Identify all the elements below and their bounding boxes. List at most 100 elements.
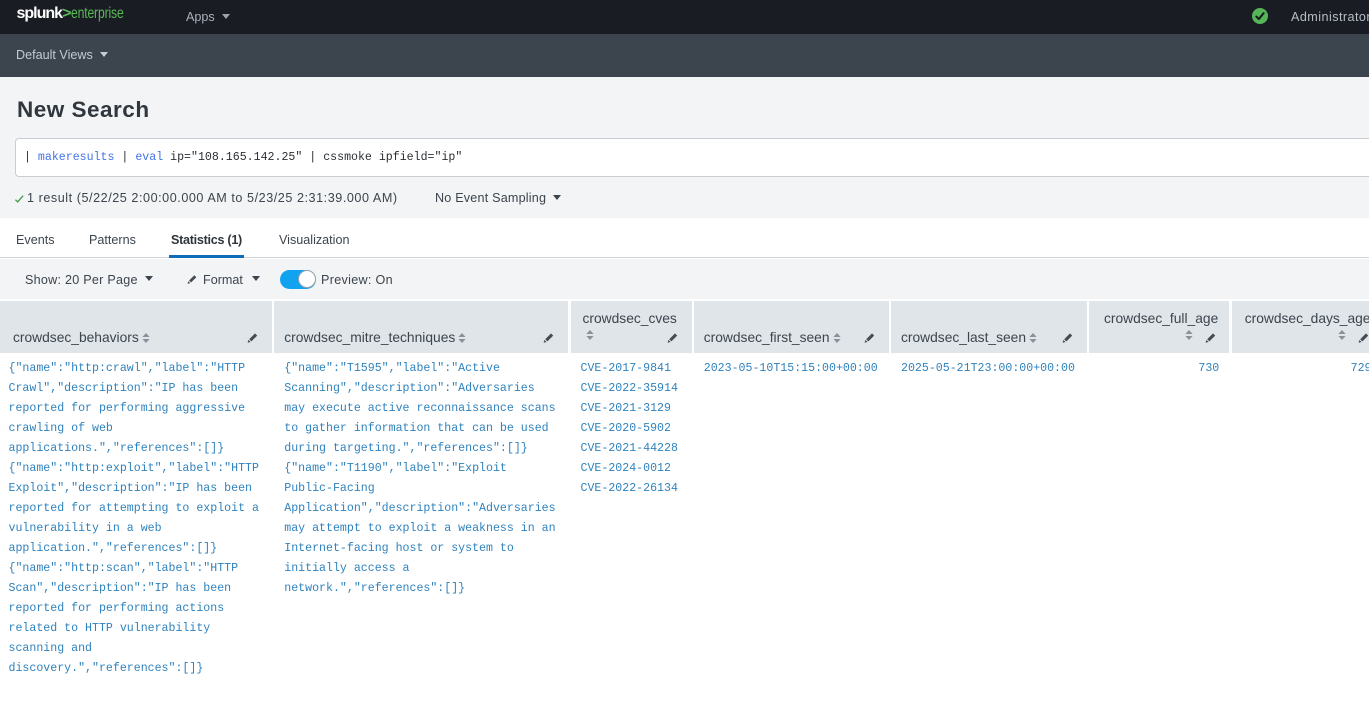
cell-crowdsec_full_age: 730: [1089, 353, 1229, 387]
username-label: Administrator: [1291, 10, 1369, 24]
cell-value[interactable]: {"name":"http:exploit","label":"HTTP Exp…: [9, 462, 259, 555]
cell-value[interactable]: {"name":"T1595","label":"Active Scanning…: [284, 362, 555, 455]
per-page-menu[interactable]: Show: 20 Per Page: [25, 259, 153, 299]
tab-events[interactable]: Events: [16, 218, 55, 258]
column-name: crowdsec_days_age: [1245, 311, 1369, 326]
search-input[interactable]: | makeresults | eval ip="108.165.142.25"…: [15, 138, 1369, 177]
edit-pencil-icon[interactable]: [1062, 332, 1074, 343]
cell-crowdsec_last_seen: 2025-05-21T23:00:00+00:00: [891, 353, 1087, 387]
query-command: makeresults: [38, 151, 115, 164]
tab-statistics[interactable]: Statistics (1): [171, 218, 242, 258]
app-bar: Default Views: [0, 34, 1369, 77]
chevron-down-icon: [100, 52, 108, 57]
per-page-label: Show: 20 Per Page: [25, 273, 138, 287]
cell-value[interactable]: CVE-2022-35914: [581, 382, 678, 395]
edit-pencil-icon[interactable]: [1358, 332, 1369, 343]
cell-value[interactable]: CVE-2024-0012: [581, 462, 671, 475]
preview-toggle[interactable]: [280, 270, 316, 289]
column-name: crowdsec_full_age: [1104, 311, 1218, 326]
results-toolbar: Show: 20 Per Page Format Preview: On: [0, 259, 1369, 299]
column-header-crowdsec_first_seen[interactable]: crowdsec_first_seen: [694, 301, 889, 353]
column-name: crowdsec_behaviors: [13, 330, 139, 345]
tab-visualization[interactable]: Visualization: [279, 218, 349, 258]
column-header-crowdsec_last_seen[interactable]: crowdsec_last_seen: [891, 301, 1087, 353]
sort-icon[interactable]: [833, 333, 841, 343]
cell-value[interactable]: CVE-2021-44228: [581, 442, 678, 455]
default-views-menu[interactable]: Default Views: [16, 34, 108, 77]
query-command: eval: [135, 151, 163, 164]
splunk-top-bar: splunk>enterprise Apps Administrator: [0, 0, 1369, 34]
tab-patterns[interactable]: Patterns: [89, 218, 136, 258]
splunk-logo: splunk>enterprise: [17, 0, 141, 31]
column-header-crowdsec_cves[interactable]: crowdsec_cves: [571, 301, 692, 353]
cell-value[interactable]: {"name":"T1190","label":"Exploit Public-…: [284, 462, 555, 595]
toggle-knob: [298, 270, 316, 288]
result-count-text: 1 result (5/22/25 2:00:00.000 AM to 5/23…: [27, 178, 398, 218]
default-views-label: Default Views: [16, 48, 93, 62]
table-row: {"name":"http:crawl","label":"HTTP Crawl…: [0, 353, 1369, 687]
query-text: ip="108.165.142.25" | cssmoke ipfield="i…: [163, 151, 462, 164]
cell-value[interactable]: 2023-05-10T15:15:00+00:00: [704, 362, 878, 375]
cell-value[interactable]: 2025-05-21T23:00:00+00:00: [901, 362, 1075, 375]
cell-value[interactable]: 729: [1351, 362, 1369, 375]
sort-icon[interactable]: [1338, 330, 1346, 340]
event-sampling-menu[interactable]: No Event Sampling: [435, 178, 561, 218]
column-header-crowdsec_behaviors[interactable]: crowdsec_behaviors: [0, 301, 272, 353]
apps-menu-label: Apps: [186, 10, 215, 24]
logo-enterprise-wrap: enterprise: [71, 0, 124, 31]
logo-splunk-text: splunk: [17, 5, 63, 22]
query-text: |: [114, 151, 135, 164]
logo-gt: >: [62, 5, 71, 22]
cell-value[interactable]: {"name":"http:crawl","label":"HTTP Crawl…: [9, 362, 246, 455]
column-header-crowdsec_full_age[interactable]: crowdsec_full_age: [1089, 301, 1229, 353]
column-name: crowdsec_first_seen: [704, 330, 830, 345]
edit-pencil-icon[interactable]: [864, 332, 876, 343]
cell-value[interactable]: CVE-2022-26134: [581, 482, 678, 495]
cell-crowdsec_behaviors: {"name":"http:crawl","label":"HTTP Crawl…: [0, 353, 272, 687]
health-check-icon[interactable]: [1252, 8, 1268, 24]
results-tabs: Events Patterns Statistics (1) Visualizatio…: [0, 218, 1369, 258]
cell-crowdsec_cves: CVE-2017-9841 CVE-2022-35914 CVE-2021-3129…: [571, 353, 692, 507]
apps-menu[interactable]: Apps: [186, 0, 230, 34]
format-menu[interactable]: Format: [187, 259, 260, 299]
user-menu[interactable]: Administrator: [1291, 0, 1369, 34]
cell-crowdsec_days_age: 729: [1232, 353, 1369, 387]
cell-crowdsec_first_seen: 2023-05-10T15:15:00+00:00: [694, 353, 889, 387]
sort-icon[interactable]: [142, 333, 150, 343]
pencil-icon: [187, 274, 198, 284]
column-header-crowdsec_mitre_techniques[interactable]: crowdsec_mitre_techniques: [274, 301, 568, 353]
cell-value[interactable]: 730: [1198, 362, 1219, 375]
preview-label: Preview: On: [321, 259, 393, 299]
edit-pencil-icon[interactable]: [1205, 332, 1217, 343]
query-text: |: [24, 151, 38, 164]
column-header-crowdsec_days_age[interactable]: crowdsec_days_age: [1232, 301, 1369, 353]
chevron-down-icon: [252, 276, 260, 281]
cell-value[interactable]: CVE-2020-5902: [581, 422, 671, 435]
success-check-icon: [14, 195, 25, 204]
edit-pencil-icon[interactable]: [543, 332, 555, 343]
sort-icon[interactable]: [458, 333, 466, 343]
page-title: New Search: [17, 97, 150, 123]
edit-pencil-icon[interactable]: [667, 332, 679, 343]
chevron-down-icon: [222, 14, 230, 19]
cell-value[interactable]: {"name":"http:scan","label":"HTTP Scan",…: [9, 562, 239, 675]
search-query-text[interactable]: | makeresults | eval ip="108.165.142.25"…: [24, 139, 462, 176]
cell-value[interactable]: CVE-2017-9841: [581, 362, 671, 375]
chevron-down-icon: [553, 195, 561, 200]
sort-icon[interactable]: [1185, 330, 1193, 340]
format-label: Format: [203, 273, 243, 287]
edit-pencil-icon[interactable]: [247, 332, 259, 343]
chevron-down-icon: [145, 276, 153, 281]
search-header-section: New Search | makeresults | eval ip="108.…: [0, 77, 1369, 218]
result-bar: 1 result (5/22/25 2:00:00.000 AM to 5/23…: [0, 178, 1369, 218]
column-name: crowdsec_cves: [583, 311, 677, 326]
column-name: crowdsec_last_seen: [901, 330, 1026, 345]
sort-icon[interactable]: [586, 330, 594, 340]
cell-crowdsec_mitre_techniques: {"name":"T1595","label":"Active Scanning…: [274, 353, 568, 607]
column-name: crowdsec_mitre_techniques: [284, 330, 455, 345]
logo-enterprise-text: enterprise: [71, 5, 124, 22]
table-header-row: crowdsec_behaviors crowdsec_mitre_techniq…: [0, 301, 1369, 353]
statistics-table: crowdsec_behaviors crowdsec_mitre_techniq…: [0, 301, 1369, 687]
sort-icon[interactable]: [1029, 333, 1037, 343]
cell-value[interactable]: CVE-2021-3129: [581, 402, 671, 415]
